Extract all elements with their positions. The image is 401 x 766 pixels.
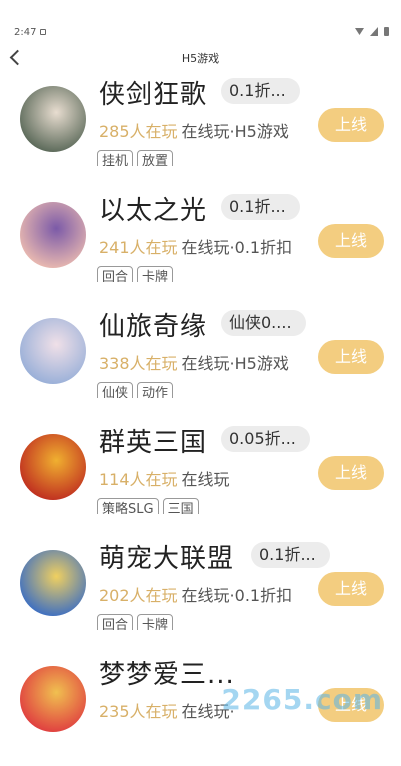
- genre-tag: 仙侠: [97, 382, 134, 398]
- game-avatar[interactable]: [20, 550, 86, 616]
- game-list-item[interactable]: 萌宠大联盟 0.1折... 202人在玩 在线玩·0.1折扣 回合 卡牌 上线: [0, 534, 401, 650]
- play-mode: 在线玩·H5游戏: [181, 354, 289, 373]
- battery-icon: [384, 27, 389, 36]
- game-meta: 114人在玩 在线玩: [99, 466, 230, 490]
- watermark: 2265.com: [221, 683, 383, 716]
- play-mode: 在线玩: [181, 470, 230, 489]
- genre-tag: 放置: [137, 150, 174, 166]
- player-count: 235人在玩: [99, 702, 178, 721]
- player-count: 285人在玩: [99, 122, 178, 141]
- game-avatar[interactable]: [20, 318, 86, 384]
- game-title: 萌宠大联盟: [99, 544, 235, 574]
- player-count: 241人在玩: [99, 238, 178, 257]
- genre-tag: 动作: [137, 382, 174, 398]
- game-title: 侠剑狂歌: [99, 80, 208, 110]
- tag-list: 仙侠 动作: [97, 382, 174, 398]
- game-list-item[interactable]: 以太之光 0.1折... 241人在玩 在线玩·0.1折扣 回合 卡牌 上线: [0, 186, 401, 302]
- genre-tag: 卡牌: [137, 614, 174, 630]
- discount-badge: 仙侠0....: [221, 310, 306, 336]
- play-button[interactable]: 上线: [318, 108, 384, 142]
- play-button[interactable]: 上线: [318, 456, 384, 490]
- discount-badge: 0.05折...: [221, 426, 310, 452]
- player-count: 202人在玩: [99, 586, 178, 605]
- status-time: 2:47: [14, 27, 37, 38]
- game-meta: 202人在玩 在线玩·0.1折扣: [99, 582, 292, 606]
- play-mode: 在线玩·0.1折扣: [181, 238, 293, 257]
- play-button[interactable]: 上线: [318, 340, 384, 374]
- tag-list: 回合 卡牌: [97, 614, 174, 630]
- status-bar: 2:47: [0, 0, 401, 40]
- play-mode: 在线玩·0.1折扣: [181, 586, 293, 605]
- game-title: 仙旅奇缘: [99, 312, 208, 342]
- game-list-item[interactable]: 仙旅奇缘 仙侠0.... 338人在玩 在线玩·H5游戏 仙侠 动作 上线: [0, 302, 401, 418]
- genre-tag: 回合: [97, 614, 134, 630]
- wifi-icon: [355, 28, 364, 35]
- genre-tag: 策略SLG: [97, 498, 159, 514]
- game-avatar[interactable]: [20, 666, 86, 732]
- player-count: 338人在玩: [99, 354, 178, 373]
- game-avatar[interactable]: [20, 434, 86, 500]
- page-title: H5游戏: [181, 52, 220, 65]
- game-list-item[interactable]: 群英三国 0.05折... 114人在玩 在线玩策略SLG 三国 上线: [0, 418, 401, 534]
- tag-list: 挂机 放置: [97, 150, 174, 166]
- tag-list: 策略SLG 三国: [97, 498, 199, 514]
- discount-badge: 0.1折...: [221, 194, 300, 220]
- play-mode: 在线玩·H5游戏: [181, 122, 289, 141]
- discount-badge: 0.1折...: [221, 78, 300, 104]
- notification-icon: [40, 29, 46, 35]
- play-button[interactable]: 上线: [318, 572, 384, 606]
- game-meta: 338人在玩 在线玩·H5游戏: [99, 350, 289, 374]
- game-avatar[interactable]: [20, 86, 86, 152]
- genre-tag: 回合: [97, 266, 134, 282]
- status-icons: [355, 27, 389, 36]
- tag-list: 回合 卡牌: [97, 266, 174, 282]
- play-button[interactable]: 上线: [318, 224, 384, 258]
- game-meta: 241人在玩 在线玩·0.1折扣: [99, 234, 292, 258]
- game-meta: 285人在玩 在线玩·H5游戏: [99, 118, 289, 142]
- game-list-item[interactable]: 侠剑狂歌 0.1折... 285人在玩 在线玩·H5游戏 挂机 放置 上线: [0, 70, 401, 186]
- game-title: 梦梦爱三...: [99, 660, 235, 690]
- genre-tag: 挂机: [97, 150, 134, 166]
- game-title: 以太之光: [99, 196, 208, 226]
- discount-badge: 0.1折...: [251, 542, 330, 568]
- game-title: 群英三国: [99, 428, 208, 458]
- player-count: 114人在玩: [99, 470, 178, 489]
- game-meta: 235人在玩 在线玩·: [99, 698, 235, 722]
- game-avatar[interactable]: [20, 202, 86, 268]
- signal-icon: [370, 27, 378, 36]
- genre-tag: 三国: [162, 498, 199, 514]
- genre-tag: 卡牌: [137, 266, 174, 282]
